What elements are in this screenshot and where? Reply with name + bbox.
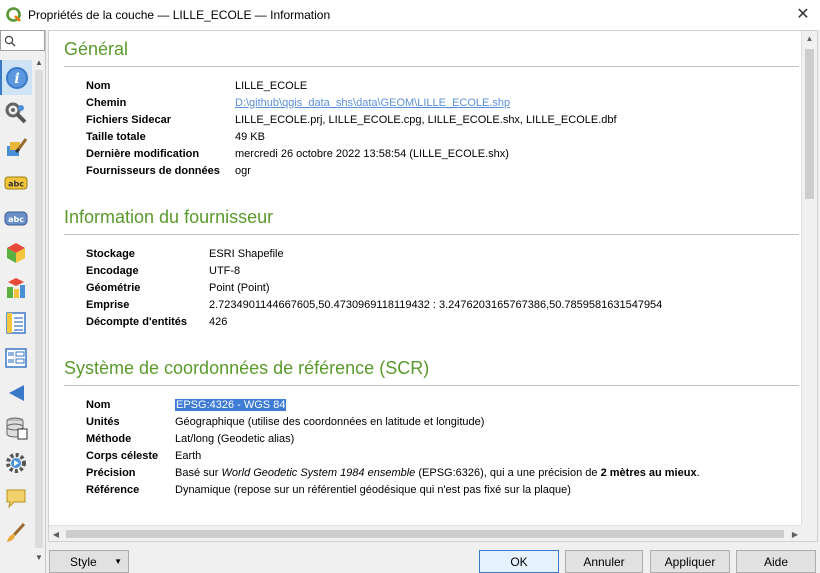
information-icon: i [6,66,28,89]
sidebar-scroll-up-icon[interactable]: ▲ [33,55,45,69]
actions-gear-icon [6,452,26,473]
table-row: Méthode Lat/long (Geodetic alias) [86,432,295,445]
table-row: Référence Dynamique (repose sur un référe… [86,483,571,496]
table-row: Unités Géographique (utilise des coordonn… [86,415,485,428]
table-row: Géométrie Point (Point) [86,281,270,294]
sidebar-scrollbar[interactable] [35,70,43,548]
information-panel: Général Nom LILLE_ECOLE Chemin D:\github\q… [48,30,818,542]
general-section: Général Nom LILLE_ECOLE Chemin D:\github\q… [64,39,799,179]
table-row: Dernière modification mercredi 26 octobre… [86,147,509,160]
speech-bubble-icon [6,489,26,509]
table-row: Encodage UTF-8 [86,264,241,277]
scroll-up-icon[interactable]: ▲ [802,31,817,45]
path-link[interactable]: D:\github\qgis_data_shs\data\GEOM\LILLE_… [235,97,510,109]
sidebar: ▲ ▼ i abc abc [0,30,46,573]
scrollbar-thumb[interactable] [805,49,814,199]
database-icon [6,417,28,439]
sidebar-item-masks[interactable]: abc [0,200,32,235]
sidebar-item-information[interactable]: i [0,60,32,95]
table-row: Stockage ESRI Shapefile [86,247,284,260]
window-title: Propriétés de la couche — LILLE_ECOLE — … [28,8,331,22]
sidebar-item-fields[interactable] [0,305,32,340]
search-icon [4,35,16,46]
ok-button[interactable]: OK [479,550,559,573]
title-bar: Propriétés de la couche — LILLE_ECOLE — … [0,0,820,30]
rendering-brush-icon [7,522,26,542]
3d-cube-icon [7,242,25,263]
sidebar-item-joins[interactable] [0,375,32,410]
sidebar-item-labels[interactable]: abc [0,165,32,200]
svg-text:abc: abc [8,179,24,188]
crs-table: Nom EPSG:4326 - WGS 84 Unités Géographique… [86,396,700,498]
search-input[interactable] [16,34,38,47]
attributes-form-icon [5,347,27,368]
general-section-title: Général [64,39,129,59]
vertical-scrollbar[interactable]: ▲ [801,31,817,527]
scrollbar-thumb[interactable] [66,530,784,538]
paintbrush-icon [7,137,28,156]
sidebar-item-display[interactable] [0,480,32,515]
close-icon[interactable]: ✕ [794,5,812,23]
table-row: Fournisseurs de données ogr [86,164,251,177]
scroll-corner [801,525,817,541]
help-button[interactable]: Aide [736,550,816,573]
table-row: Taille totale 49 KB [86,130,265,143]
sidebar-search[interactable] [0,30,45,51]
apply-button[interactable]: Appliquer [650,550,730,573]
general-table: Nom LILLE_ECOLE Chemin D:\github\qgis_data… [86,77,617,179]
wrench-gear-icon [5,102,27,123]
sidebar-item-rendering[interactable] [0,515,32,550]
dropdown-arrow-icon: ▼ [114,557,122,566]
horizontal-scrollbar[interactable]: ◀ ▶ [49,525,802,541]
sidebar-item-3d-view[interactable] [0,235,32,270]
section-divider [64,66,799,67]
table-row: Chemin D:\github\qgis_data_shs\data\GEOM\… [86,96,511,109]
section-divider [64,234,799,235]
provider-section: Information du fournisseur Stockage ESRI … [64,207,799,330]
cancel-button[interactable]: Annuler [565,550,643,573]
selected-crs-name[interactable]: EPSG:4326 - WGS 84 [175,398,287,411]
style-dropdown-button[interactable]: Style ▼ [49,550,129,573]
sidebar-item-symbology[interactable] [0,130,32,165]
scroll-left-icon[interactable]: ◀ [49,526,63,541]
sidebar-item-source[interactable] [0,95,32,130]
crs-section: Système de coordonnées de référence (SCR… [64,358,799,498]
provider-table: Stockage ESRI Shapefile Encodage UTF-8 Géo… [86,245,662,330]
table-row: Décompte d'entités 426 [86,315,228,328]
table-row: Emprise 2.7234901144667605,50.47309691181… [86,298,663,311]
svg-text:abc: abc [8,215,24,224]
labels-icon: abc [4,176,28,189]
scroll-right-icon[interactable]: ▶ [788,526,802,541]
sidebar-item-actions[interactable] [0,445,32,480]
sidebar-scroll-down-icon[interactable]: ▼ [33,550,45,564]
crs-section-title: Système de coordonnées de référence (SCR… [64,358,430,378]
table-row: Corps céleste Earth [86,449,202,462]
qgis-logo-icon [6,7,22,23]
diagrams-icon [7,277,25,298]
sidebar-item-auxiliary-storage[interactable] [0,410,32,445]
section-divider [64,385,799,386]
table-row: Précision Basé sur World Geodetic System … [86,466,700,479]
provider-section-title: Information du fournisseur [64,207,274,227]
sidebar-list: i abc abc [0,60,32,550]
svg-text:i: i [14,71,19,87]
sidebar-item-attributes-form[interactable] [0,340,32,375]
masks-icon: abc [4,211,28,225]
table-row: Nom LILLE_ECOLE [86,79,308,92]
fields-icon [6,311,26,334]
joins-icon [9,384,24,401]
sidebar-item-diagrams[interactable] [0,270,32,305]
table-row: Fichiers Sidecar LILLE_ECOLE.prj, LILLE_E… [86,113,617,126]
table-row: Nom EPSG:4326 - WGS 84 [86,398,287,411]
